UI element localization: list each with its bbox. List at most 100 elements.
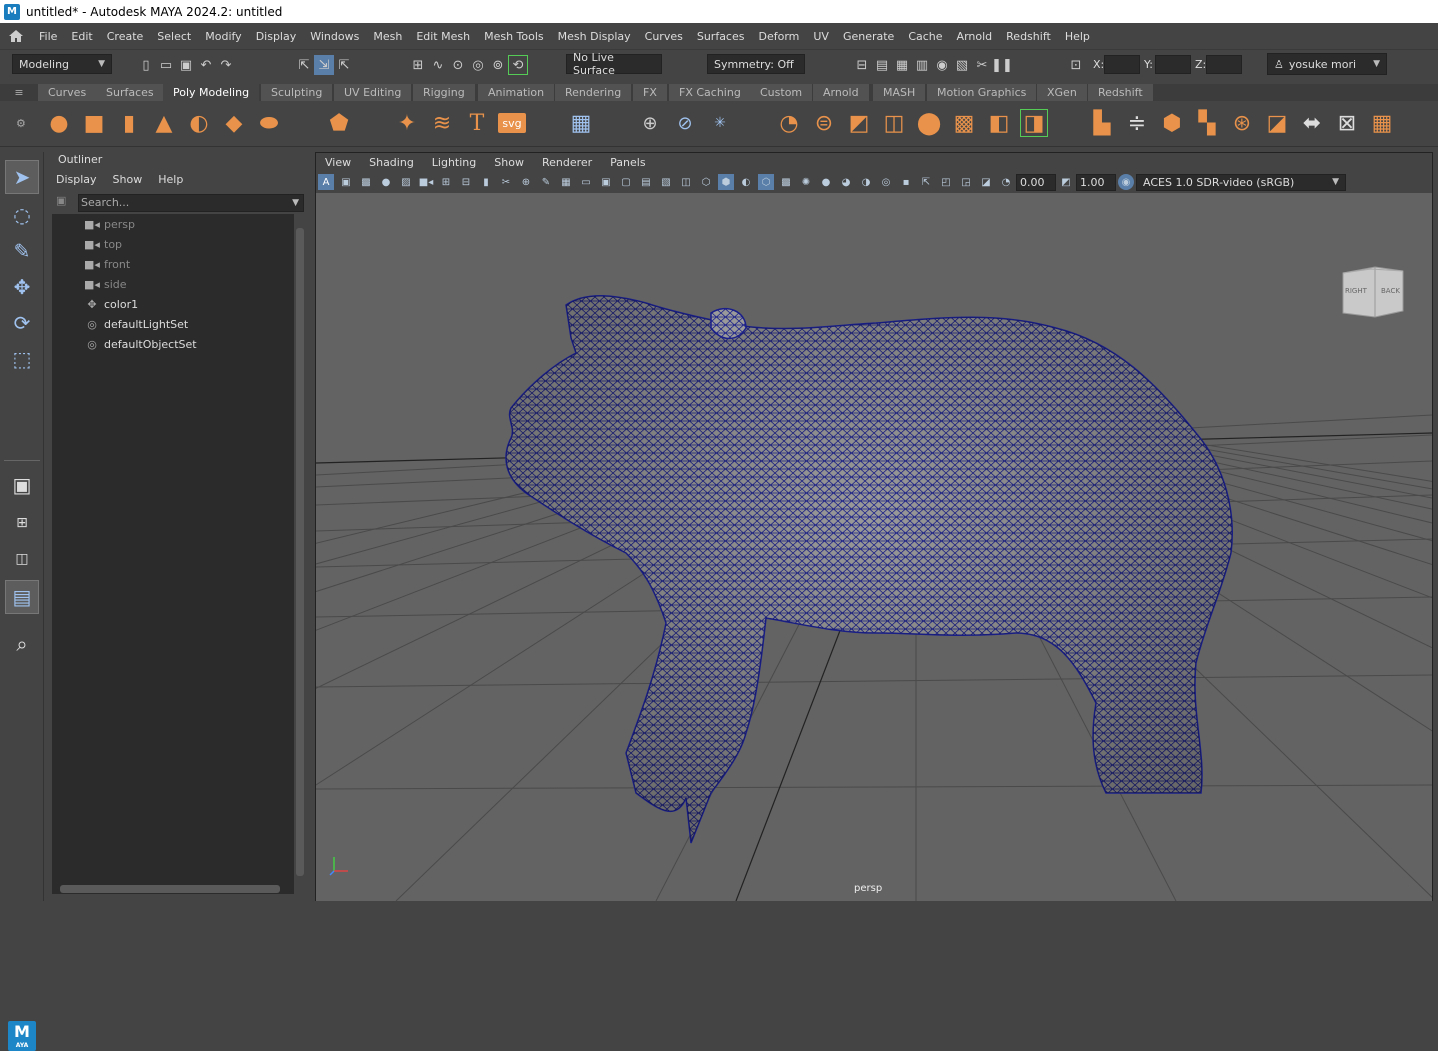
menu-edit[interactable]: Edit — [64, 30, 99, 43]
select-camera-icon[interactable]: A — [318, 174, 334, 190]
outliner-search-input[interactable]: Search... ▼ — [78, 194, 304, 212]
scale-tool-icon[interactable]: ⬚ — [5, 342, 39, 376]
bevel-icon[interactable]: ⬢ — [1158, 109, 1186, 137]
redo-icon[interactable]: ↷ — [216, 55, 236, 75]
snap-align-icon[interactable]: ✳ — [706, 109, 734, 137]
anti-aliasing-icon[interactable]: ◎ — [878, 174, 894, 190]
menu-create[interactable]: Create — [100, 30, 151, 43]
x-field[interactable] — [1104, 55, 1140, 74]
separate-icon[interactable]: ⊜ — [810, 109, 838, 137]
resolution-toggle-icon[interactable]: ▣ — [598, 174, 614, 190]
poly-text-icon[interactable]: T — [463, 109, 491, 137]
menu-deform[interactable]: Deform — [751, 30, 806, 43]
viewcube-right-face[interactable]: RIGHT — [1345, 287, 1367, 295]
outliner-item-front[interactable]: ■◂ front — [52, 254, 294, 274]
platonic-solid-icon[interactable]: ⬟ — [325, 109, 353, 137]
ipr-render-icon[interactable]: ▦ — [892, 55, 912, 75]
mirror-icon[interactable]: ◧ — [985, 109, 1013, 137]
type-tool-icon[interactable]: ▦ — [567, 109, 595, 137]
two-d-pan-icon[interactable]: ▨ — [398, 174, 414, 190]
user-account-dropdown[interactable]: ♙ yosuke mori ▼ — [1267, 53, 1387, 75]
rotate-tool-icon[interactable]: ⟳ — [5, 306, 39, 340]
use-all-lights-icon[interactable]: ✺ — [798, 174, 814, 190]
snap-live-icon[interactable]: ⊚ — [488, 55, 508, 75]
symmetrize-icon[interactable]: ◨ — [1020, 109, 1048, 137]
menu-edit-mesh[interactable]: Edit Mesh — [409, 30, 477, 43]
safe-title-icon[interactable]: ▧ — [658, 174, 674, 190]
outliner-horizontal-scrollbar[interactable] — [60, 885, 280, 893]
smooth-shade-icon[interactable]: ⬢ — [718, 174, 734, 190]
outliner-item-defaultobjectset[interactable]: ◎ defaultObjectSet — [52, 334, 294, 354]
color-space-dropdown[interactable]: ACES 1.0 SDR-video (sRGB) ▼ — [1136, 173, 1346, 191]
shelf-tab-fx[interactable]: FX — [633, 84, 668, 101]
snap-grid-icon[interactable]: ⊞ — [408, 55, 428, 75]
depth-of-field-icon[interactable]: ▪ — [898, 174, 914, 190]
shelf-tab-xgen[interactable]: XGen — [1037, 84, 1088, 101]
menu-mesh[interactable]: Mesh — [366, 30, 409, 43]
viewport-menu-show[interactable]: Show — [485, 156, 533, 169]
shelf-tab-fx-caching[interactable]: FX Caching — [669, 84, 752, 101]
shelf-tab-curves[interactable]: Curves — [38, 84, 98, 101]
outliner-vertical-scrollbar[interactable] — [296, 228, 304, 876]
shelf-tab-animation[interactable]: Animation — [478, 84, 556, 101]
viewport-menu-renderer[interactable]: Renderer — [533, 156, 601, 169]
shelf-tab-mash[interactable]: MASH — [873, 84, 927, 101]
menu-uv[interactable]: UV — [806, 30, 836, 43]
menu-display[interactable]: Display — [249, 30, 304, 43]
wireframe-on-shaded-icon[interactable]: ⬡ — [758, 174, 774, 190]
measure-tool-icon[interactable]: ⊘ — [671, 109, 699, 137]
outliner-item-defaultlightset[interactable]: ◎ defaultLightSet — [52, 314, 294, 334]
viewport-menu-lighting[interactable]: Lighting — [423, 156, 485, 169]
outliner-item-top[interactable]: ■◂ top — [52, 234, 294, 254]
exposure-field[interactable]: 0.00 — [1016, 173, 1056, 191]
shelf-tab-surfaces[interactable]: Surfaces — [96, 84, 165, 101]
z-field[interactable] — [1206, 55, 1242, 74]
film-gate-toggle-icon[interactable]: ▭ — [578, 174, 594, 190]
menu-arnold[interactable]: Arnold — [950, 30, 1000, 43]
outliner-menu-display[interactable]: Display — [48, 173, 105, 186]
outliner-item-color1[interactable]: ✥ color1 — [52, 294, 294, 314]
render-settings-icon[interactable]: ⊟ — [852, 55, 872, 75]
hypershade-icon[interactable]: ◉ — [932, 55, 952, 75]
redshift-render-icon[interactable]: ✂ — [972, 55, 992, 75]
viewport-menu-panels[interactable]: Panels — [601, 156, 654, 169]
outliner-layout-icon[interactable]: ▤ — [5, 580, 39, 614]
menu-surfaces[interactable]: Surfaces — [690, 30, 752, 43]
shadows-icon[interactable]: ● — [818, 174, 834, 190]
menu-mesh-tools[interactable]: Mesh Tools — [477, 30, 551, 43]
poly-plane-icon[interactable]: ◆ — [220, 109, 248, 137]
ambient-occlusion-icon[interactable]: ◕ — [838, 174, 854, 190]
two-pane-layout-icon[interactable]: ◫ — [5, 542, 39, 576]
image-plane-icon[interactable]: ● — [378, 174, 394, 190]
shelf-tab-rendering[interactable]: Rendering — [555, 84, 633, 101]
save-scene-icon[interactable]: ▣ — [176, 55, 196, 75]
pause-icon[interactable]: ❚❚ — [991, 55, 1013, 75]
shelf-tab-motion-graphics[interactable]: Motion Graphics — [927, 84, 1038, 101]
isolate-select-icon[interactable]: ◫ — [678, 174, 694, 190]
outliner-menu-help[interactable]: Help — [150, 173, 191, 186]
new-scene-icon[interactable]: ▯ — [136, 55, 156, 75]
viewport-menu-shading[interactable]: Shading — [360, 156, 423, 169]
shelf-tab-sculpting[interactable]: Sculpting — [261, 84, 334, 101]
target-weld-icon[interactable]: ⬌ — [1298, 109, 1326, 137]
grease-pencil-icon[interactable]: ■◂ — [418, 174, 434, 190]
camera-tool-icon[interactable]: ⊕ — [636, 109, 664, 137]
default-material-icon[interactable]: ◐ — [738, 174, 754, 190]
snap-view-plane-icon[interactable]: ◎ — [468, 55, 488, 75]
poly-cylinder-icon[interactable]: ▮ — [115, 109, 143, 137]
shelf-tab-redshift[interactable]: Redshift — [1088, 84, 1154, 101]
quad-draw-icon[interactable]: ▦ — [1368, 109, 1396, 137]
camera-attributes-icon[interactable]: ▣ — [338, 174, 354, 190]
render-current-icon[interactable]: ▤ — [872, 55, 892, 75]
menu-redshift[interactable]: Redshift — [999, 30, 1058, 43]
outliner-item-side[interactable]: ■◂ side — [52, 274, 294, 294]
snap-surface-icon[interactable]: ⟲ — [508, 55, 528, 75]
lasso-tool-icon[interactable]: ◌ — [5, 198, 39, 232]
gamma-field[interactable]: 1.00 — [1076, 173, 1116, 191]
xray-joints-icon[interactable]: ◲ — [958, 174, 974, 190]
menu-file[interactable]: File — [32, 30, 64, 43]
field-chart-icon[interactable]: ⊕ — [518, 174, 534, 190]
smooth-icon[interactable]: ⬤ — [915, 109, 943, 137]
home-icon[interactable] — [0, 29, 32, 43]
menu-generate[interactable]: Generate — [836, 30, 901, 43]
